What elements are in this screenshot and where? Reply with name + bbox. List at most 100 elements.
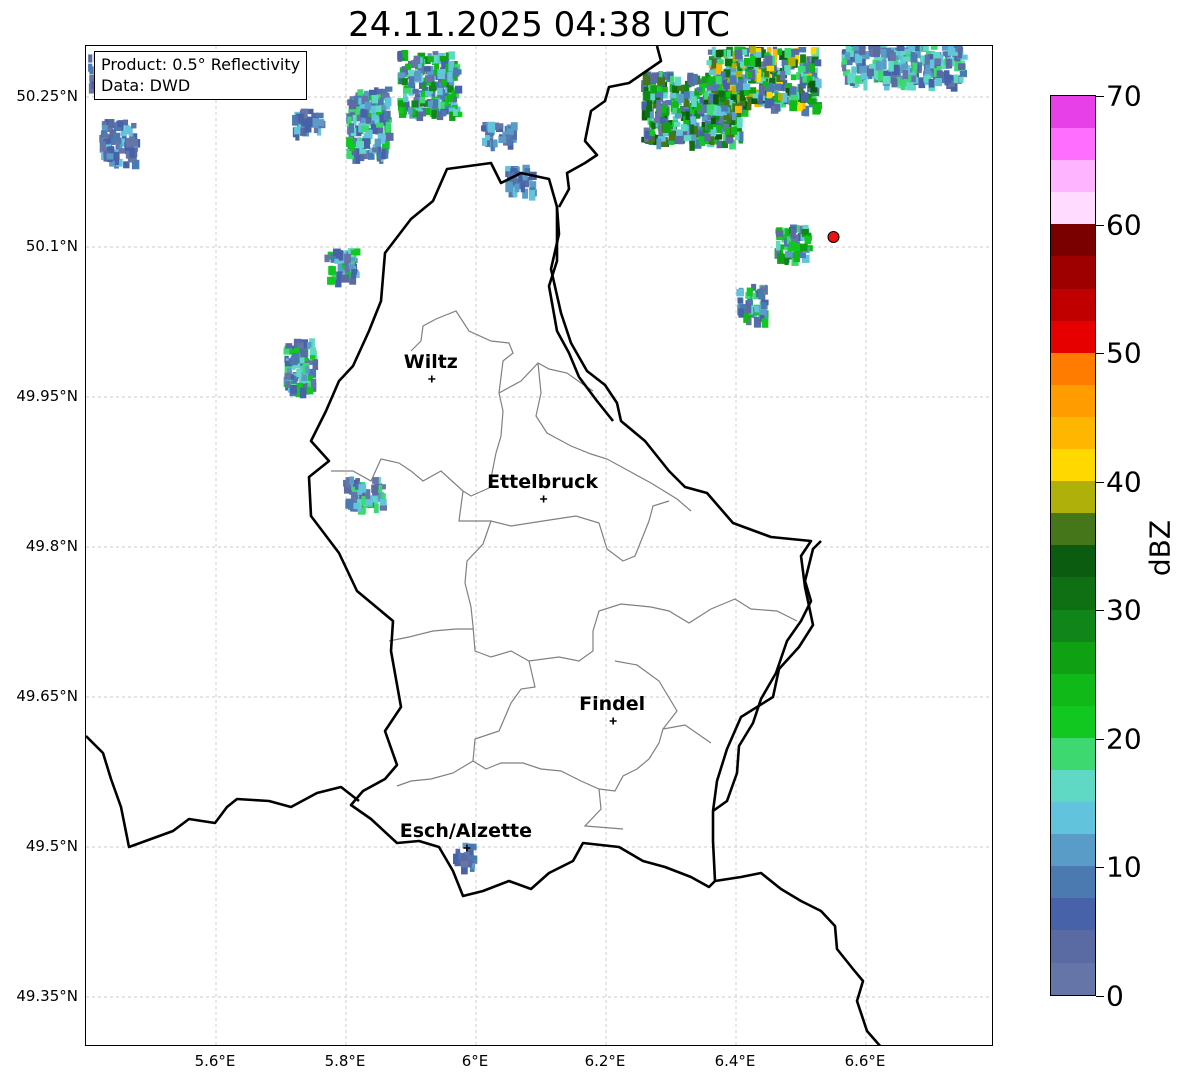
- echo-cell: [721, 71, 726, 79]
- echo-cell: [800, 92, 809, 103]
- red-site-marker[interactable]: [827, 231, 840, 243]
- echo-cell: [880, 49, 887, 59]
- city-label: Wiltz: [403, 351, 458, 373]
- echo-cell: [385, 132, 394, 141]
- echo-cell: [726, 49, 731, 58]
- echo-cell: [718, 59, 724, 65]
- echo-cell: [706, 104, 714, 116]
- echo-cell: [941, 46, 949, 51]
- echo-cell: [651, 122, 656, 130]
- echo-cell: [891, 78, 898, 88]
- echo-cell: [317, 119, 325, 127]
- echo-cell: [453, 67, 458, 77]
- colorbar: [1050, 95, 1096, 996]
- echo-cell: [662, 86, 668, 93]
- echo-cell: [131, 122, 137, 129]
- echo-cell: [305, 366, 310, 374]
- echo-cell: [698, 130, 704, 137]
- echo-cell: [902, 69, 909, 80]
- echo-cell: [900, 79, 906, 91]
- map-title: 24.11.2025 04:38 UTC: [348, 5, 730, 45]
- echo-cell: [351, 269, 356, 279]
- echo-cell: [441, 110, 447, 116]
- graticule: [86, 46, 992, 1045]
- echo-cell: [385, 121, 391, 133]
- echo-cell: [859, 66, 867, 73]
- echo-cell: [799, 243, 808, 252]
- echo-cell: [88, 54, 93, 63]
- echo-cell: [447, 71, 453, 83]
- echo-cell: [117, 121, 124, 128]
- echo-cell: [683, 91, 690, 99]
- echo-cell: [775, 240, 781, 251]
- echo-cell: [372, 477, 379, 484]
- echo-cell: [344, 253, 351, 264]
- country-borders: [86, 46, 881, 1045]
- echo-cell: [306, 387, 314, 395]
- echo-cell: [300, 349, 308, 358]
- echo-cell: [747, 71, 753, 78]
- colorbar-swatch: [1051, 609, 1095, 642]
- radar-map[interactable]: [85, 45, 993, 1046]
- echo-cell: [332, 248, 341, 256]
- colorbar-tick: [1096, 867, 1104, 869]
- lon-tick-label: 6.2°E: [584, 1052, 626, 1070]
- echo-cell: [360, 108, 368, 117]
- echo-cell: [710, 129, 717, 135]
- echo-cell: [888, 60, 894, 72]
- echo-cell: [945, 58, 951, 69]
- echo-cell: [696, 87, 702, 93]
- lon-tick-label: 6°E: [461, 1052, 489, 1070]
- echo-cell: [448, 51, 455, 60]
- echo-cell: [910, 53, 918, 63]
- echo-cell: [810, 47, 817, 55]
- colorbar-tick: [1096, 224, 1104, 226]
- echo-cell: [736, 289, 745, 297]
- echo-cell: [381, 148, 386, 160]
- echo-cell: [520, 182, 525, 193]
- echo-cell: [408, 107, 413, 115]
- echo-cell: [412, 88, 419, 94]
- echo-cell: [725, 127, 730, 135]
- radar-echoes: [88, 46, 968, 875]
- city-markers: [428, 375, 617, 852]
- echo-cell: [710, 135, 715, 146]
- echo-cell: [650, 85, 658, 94]
- colorbar-swatch: [1051, 930, 1095, 963]
- echo-cell: [350, 249, 357, 255]
- echo-cell: [890, 52, 896, 61]
- echo-cell: [788, 57, 796, 67]
- echo-cell: [692, 74, 698, 86]
- echo-cell: [863, 80, 868, 91]
- echo-cell: [397, 50, 403, 62]
- echo-cell: [708, 69, 715, 76]
- echo-cell: [427, 56, 434, 63]
- colorbar-swatch: [1051, 481, 1095, 514]
- echo-cell: [852, 46, 860, 51]
- colorbar-swatch: [1051, 962, 1095, 995]
- colorbar-swatch: [1051, 641, 1095, 674]
- echo-cell: [953, 46, 962, 48]
- echo-cell: [308, 108, 314, 115]
- colorbar-unit-label: dBZ: [1143, 519, 1177, 577]
- echo-cell: [953, 74, 959, 84]
- echo-cell: [801, 228, 809, 235]
- echo-cell: [882, 75, 891, 85]
- colorbar-swatch: [1051, 834, 1095, 867]
- colorbar-swatch: [1051, 802, 1095, 835]
- city-label: Findel: [579, 693, 646, 715]
- echo-cell: [528, 189, 536, 201]
- echo-cell: [675, 136, 683, 144]
- echo-cell: [381, 493, 386, 500]
- echo-cell: [756, 72, 761, 83]
- echo-cell: [106, 153, 114, 160]
- echo-cell: [730, 94, 737, 100]
- echo-cell: [284, 372, 291, 380]
- echo-cell: [379, 504, 388, 511]
- echo-cell: [800, 54, 806, 63]
- echo-cell: [460, 861, 469, 868]
- echo-cell: [506, 128, 514, 136]
- echo-cell: [914, 46, 920, 52]
- map-canvas: [86, 46, 992, 1045]
- echo-cell: [716, 140, 722, 149]
